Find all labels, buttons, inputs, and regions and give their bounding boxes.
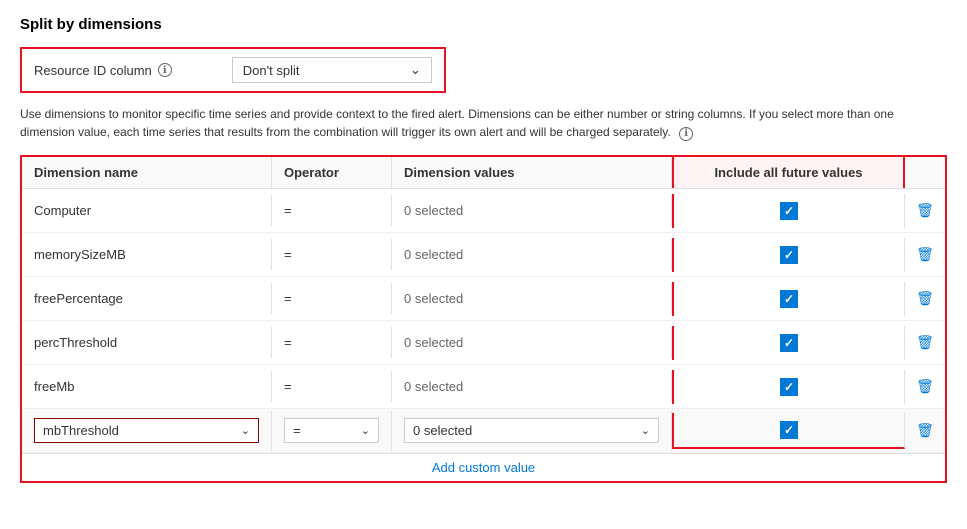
operator-freePercentage: =	[272, 283, 392, 314]
include-all-percThreshold[interactable]	[672, 326, 905, 360]
table-row: freePercentage = 0 selected 🗑	[22, 277, 945, 321]
table-row: percThreshold = 0 selected 🗑	[22, 321, 945, 365]
operator-mbThreshold-cell[interactable]: = ⌄	[272, 410, 392, 451]
delete-memorySizeMB[interactable]: 🗑	[905, 238, 945, 271]
checkbox-freePercentage[interactable]	[780, 290, 798, 308]
checkbox-memorySizeMB[interactable]	[780, 246, 798, 264]
chevron-down-icon-dim: ⌄	[241, 424, 250, 437]
operator-percThreshold: =	[272, 327, 392, 358]
checkbox-percThreshold[interactable]	[780, 334, 798, 352]
col-header-delete	[905, 157, 945, 188]
dimension-name-freeMb: freeMb	[22, 371, 272, 402]
delete-percThreshold[interactable]: 🗑	[905, 326, 945, 359]
dimension-values-mbThreshold-value: 0 selected	[413, 423, 472, 438]
include-all-freeMb[interactable]	[672, 370, 905, 404]
dimension-values-freeMb[interactable]: 0 selected	[392, 371, 672, 402]
delete-mbThreshold[interactable]: 🗑	[905, 414, 945, 447]
page-title: Split by dimensions	[20, 16, 947, 33]
dimension-name-mbThreshold-dropdown[interactable]: mbThreshold ⌄	[34, 418, 259, 443]
col-header-dimension-values: Dimension values	[392, 157, 672, 188]
operator-computer: =	[272, 195, 392, 226]
table-row: memorySizeMB = 0 selected 🗑	[22, 233, 945, 277]
delete-freePercentage[interactable]: 🗑	[905, 282, 945, 315]
description-text: Use dimensions to monitor specific time …	[20, 105, 940, 141]
resource-id-dropdown[interactable]: Don't split ⌄	[232, 57, 432, 83]
delete-icon-computer[interactable]: 🗑	[916, 202, 934, 219]
dimension-values-computer[interactable]: 0 selected	[392, 195, 672, 226]
resource-id-dropdown-value: Don't split	[243, 63, 300, 78]
operator-mbThreshold-value: =	[293, 423, 301, 438]
dimension-name-freePercentage: freePercentage	[22, 283, 272, 314]
table-row: freeMb = 0 selected 🗑	[22, 365, 945, 409]
delete-computer[interactable]: 🗑	[905, 194, 945, 227]
resource-id-info-icon[interactable]: ℹ	[158, 63, 172, 77]
dimension-values-freePercentage[interactable]: 0 selected	[392, 283, 672, 314]
description-info-icon[interactable]: ℹ	[679, 127, 693, 141]
resource-id-label: Resource ID column ℹ	[34, 63, 172, 78]
dimension-name-mbThreshold-value: mbThreshold	[43, 423, 119, 438]
delete-icon-freeMb[interactable]: 🗑	[916, 378, 934, 395]
chevron-down-icon: ⌄	[410, 62, 421, 78]
table-header: Dimension name Operator Dimension values…	[22, 157, 945, 189]
operator-mbThreshold-dropdown[interactable]: = ⌄	[284, 418, 379, 443]
include-all-mbThreshold[interactable]	[672, 413, 905, 449]
dimension-values-mbThreshold-dropdown[interactable]: 0 selected ⌄	[404, 418, 659, 443]
col-header-dimension-name: Dimension name	[22, 157, 272, 188]
add-custom-row: Add custom value	[22, 453, 945, 481]
chevron-down-icon-val: ⌄	[641, 424, 650, 437]
dimension-name-memorySizeMB: memorySizeMB	[22, 239, 272, 270]
dimension-values-percThreshold[interactable]: 0 selected	[392, 327, 672, 358]
operator-freeMb: =	[272, 371, 392, 402]
table-row-last: mbThreshold ⌄ = ⌄ 0 selected ⌄ 🗑	[22, 409, 945, 453]
checkbox-mbThreshold[interactable]	[780, 421, 798, 439]
dimension-name-mbThreshold-cell[interactable]: mbThreshold ⌄	[22, 410, 272, 451]
checkbox-freeMb[interactable]	[780, 378, 798, 396]
chevron-down-icon-op: ⌄	[361, 424, 370, 437]
delete-icon-mbThreshold[interactable]: 🗑	[916, 422, 934, 439]
delete-icon-memorySizeMB[interactable]: 🗑	[916, 246, 934, 263]
delete-icon-freePercentage[interactable]: 🗑	[916, 290, 934, 307]
checkbox-computer[interactable]	[780, 202, 798, 220]
dimension-name-percThreshold: percThreshold	[22, 327, 272, 358]
add-custom-value-link[interactable]: Add custom value	[432, 460, 535, 475]
include-all-freePercentage[interactable]	[672, 282, 905, 316]
delete-icon-percThreshold[interactable]: 🗑	[916, 334, 934, 351]
operator-memorySizeMB: =	[272, 239, 392, 270]
resource-id-text: Resource ID column	[34, 63, 152, 78]
delete-freeMb[interactable]: 🗑	[905, 370, 945, 403]
table-row: Computer = 0 selected 🗑	[22, 189, 945, 233]
include-all-memorySizeMB[interactable]	[672, 238, 905, 272]
include-all-computer[interactable]	[672, 194, 905, 228]
dimension-name-computer: Computer	[22, 195, 272, 226]
col-header-include-all: Include all future values	[672, 157, 905, 188]
dimensions-table: Dimension name Operator Dimension values…	[20, 155, 947, 483]
resource-id-section: Resource ID column ℹ Don't split ⌄	[20, 47, 446, 93]
col-header-operator: Operator	[272, 157, 392, 188]
dimension-values-mbThreshold-cell[interactable]: 0 selected ⌄	[392, 410, 672, 451]
dimension-values-memorySizeMB[interactable]: 0 selected	[392, 239, 672, 270]
